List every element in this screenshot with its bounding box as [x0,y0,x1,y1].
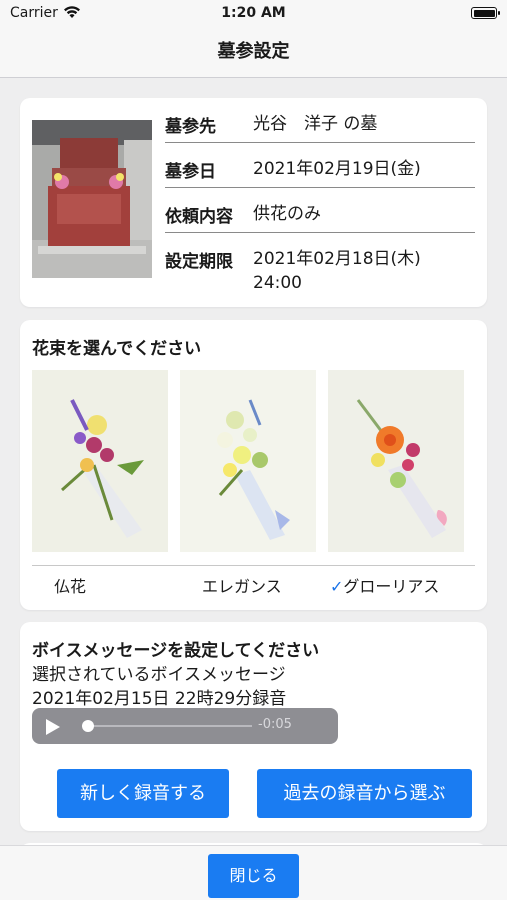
visit-info-card: 墓参先 光谷 洋子 の墓 墓参日 2021年02月19日(金) 依頼内容 供花の… [20,98,487,307]
info-label: 墓参日 [165,162,216,182]
flower-label-row: 仏花 エレガンス ✓グローリアス [32,565,475,597]
flower-selection-card: 花束を選んでください 仏花 エレガンス ✓グローリアス [20,320,487,610]
selected-voice-label: 選択されているボイスメッセージ [32,665,286,685]
page-title: 墓参設定 [217,41,290,62]
flower-image-butsuka[interactable] [32,370,168,552]
flower-option-glorious[interactable]: ✓グローリアス [330,573,439,597]
flower-image-elegance[interactable] [180,370,316,552]
info-value: 2021年02月18日(木) 24:00 [253,249,421,293]
info-value: 供花のみ [253,204,321,224]
battery-icon [471,7,500,19]
info-label: 設定期限 [165,252,233,272]
flower-section-title: 花束を選んでください [32,339,202,359]
flower-option-label: グローリアス [343,577,440,596]
info-rows: 墓参先 光谷 洋子 の墓 墓参日 2021年02月19日(金) 依頼内容 供花の… [165,98,475,303]
recording-timestamp: 2021年02月15日 22時29分録音 [32,689,287,709]
audio-player: -0:05 [32,708,338,744]
info-row-request: 依頼内容 供花のみ [165,188,475,233]
flower-option-elegance[interactable]: エレガンス [202,573,282,597]
info-label: 墓参先 [165,117,216,137]
grave-photo [32,120,152,278]
audio-progress-track[interactable] [86,725,252,727]
play-icon[interactable] [46,719,60,735]
info-row-destination: 墓参先 光谷 洋子 の墓 [165,98,475,143]
close-button[interactable]: 閉じる [208,854,299,898]
choose-past-recording-button[interactable]: 過去の録音から選ぶ [257,769,472,818]
info-row-date: 墓参日 2021年02月19日(金) [165,143,475,188]
flower-image-glorious[interactable] [328,370,464,552]
flower-option-butsuka[interactable]: 仏花 [54,573,86,597]
audio-remaining-time: -0:05 [258,717,292,732]
info-value: 2021年02月19日(金) [253,159,421,179]
status-time: 1:20 AM [221,5,286,21]
status-bar: Carrier 1:20 AM [0,0,507,26]
voice-message-card: ボイスメッセージを設定してください 選択されているボイスメッセージ 2021年0… [20,622,487,831]
nav-bar: 墓参設定 [0,26,507,78]
check-icon: ✓ [330,577,344,596]
info-row-deadline: 設定期限 2021年02月18日(木) 24:00 [165,233,475,303]
info-label: 依頼内容 [165,207,233,227]
audio-progress-thumb[interactable] [82,720,94,732]
bottom-bar: 閉じる [0,845,507,900]
record-new-button[interactable]: 新しく録音する [57,769,229,818]
flower-options [32,370,475,552]
voice-section-title: ボイスメッセージを設定してください [32,641,320,661]
info-value: 光谷 洋子 の墓 [253,114,378,134]
